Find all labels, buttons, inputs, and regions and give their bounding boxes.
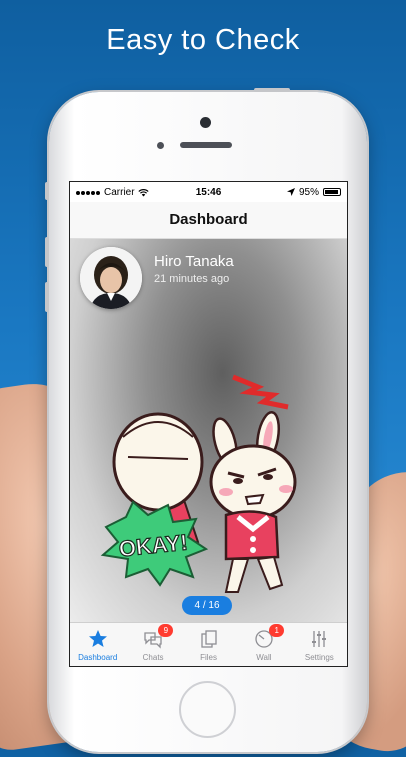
tab-files[interactable]: Files <box>181 623 236 666</box>
status-right: 95% <box>286 186 341 198</box>
tab-label: Chats <box>142 653 164 662</box>
tab-wall[interactable]: 1 Wall <box>236 623 291 666</box>
volume-down-button <box>45 282 49 312</box>
files-icon <box>200 630 217 648</box>
proximity-sensor <box>157 142 164 149</box>
user-name[interactable]: Hiro Tanaka <box>154 253 234 270</box>
volume-up-button <box>45 237 49 267</box>
tab-label: Files <box>200 653 217 662</box>
iphone-frame: Carrier 15:46 95% Dashboard Hiro Tanaka … <box>45 88 367 752</box>
tab-label: Dashboard <box>78 653 118 662</box>
anger-mark-icon <box>232 374 289 410</box>
front-camera <box>200 117 211 128</box>
phone-screen: Carrier 15:46 95% Dashboard Hiro Tanaka … <box>69 181 348 667</box>
tab-chats[interactable]: 9 Chats <box>125 623 180 666</box>
power-button <box>254 88 290 92</box>
wall-badge: 1 <box>269 624 285 637</box>
status-bar: Carrier 15:46 95% <box>70 182 347 202</box>
post-card[interactable]: Hiro Tanaka 21 minutes ago OKAY! 4 / 16 <box>70 239 347 622</box>
avatar[interactable] <box>80 247 142 309</box>
earpiece-speaker <box>180 142 232 148</box>
chats-badge: 9 <box>158 624 174 637</box>
tab-label: Settings <box>304 653 334 662</box>
page-title: Dashboard <box>70 202 347 239</box>
sliders-icon <box>312 631 327 647</box>
post-time: 21 minutes ago <box>154 273 230 285</box>
home-button[interactable] <box>179 681 236 738</box>
sticker-image[interactable]: OKAY! <box>98 367 328 597</box>
tab-dashboard[interactable]: Dashboard <box>70 623 125 666</box>
tab-settings[interactable]: Settings <box>292 623 347 666</box>
page-indicator: 4 / 16 <box>182 596 232 615</box>
tab-bar: Dashboard 9 Chats Files 1 Wall Settings <box>70 622 347 666</box>
mute-switch <box>45 182 49 200</box>
battery-percent: 95% <box>298 186 319 198</box>
headline: Easy to Check <box>106 24 300 56</box>
battery-icon <box>323 188 341 196</box>
location-arrow-icon <box>286 188 295 196</box>
profile-photo <box>80 247 142 309</box>
tab-label: Wall <box>256 653 272 662</box>
star-icon <box>88 630 107 647</box>
